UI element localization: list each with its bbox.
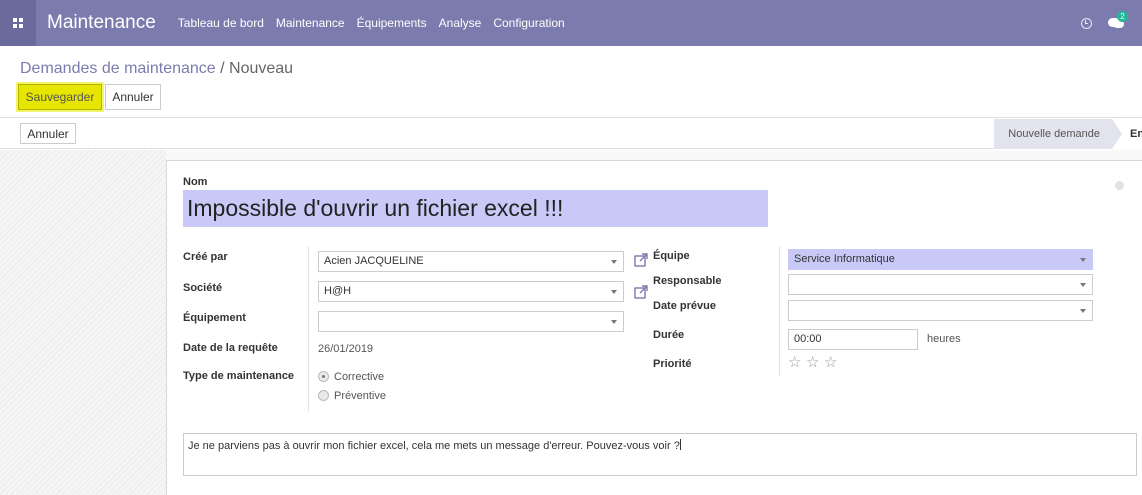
duration-unit: heures	[927, 333, 961, 345]
chat-icon[interactable]: 2	[1108, 11, 1128, 30]
breadcrumb: Demandes de maintenance / Nouveau	[20, 60, 293, 78]
created-by-select[interactable]: Acien JACQUELINE	[318, 251, 624, 272]
priority-label: Priorité	[653, 358, 692, 370]
breadcrumb-parent[interactable]: Demandes de maintenance	[20, 60, 216, 77]
menu-item-analysis[interactable]: Analyse	[439, 16, 482, 30]
discard-button[interactable]: Annuler	[105, 84, 161, 110]
chevron-down-icon	[1080, 309, 1086, 313]
created-by-value: Acien JACQUELINE	[324, 255, 424, 267]
form-sheet: Nom Impossible d'ouvrir un fichier excel…	[166, 160, 1142, 495]
created-by-label: Créé par	[183, 251, 228, 263]
scheduled-date-label: Date prévue	[653, 300, 716, 312]
menu-item-equipment[interactable]: Équipements	[357, 16, 427, 30]
team-value: Service Informatique	[794, 253, 895, 265]
request-date-value: 26/01/2019	[318, 343, 374, 355]
top-navbar: Maintenance Tableau de bord Maintenance …	[0, 0, 1142, 46]
apps-grid-icon	[13, 18, 23, 28]
star-icon-3[interactable]: ☆	[824, 353, 837, 371]
team-label: Équipe	[653, 250, 690, 262]
company-select[interactable]: H@H	[318, 281, 624, 302]
responsible-select[interactable]	[788, 274, 1093, 295]
apps-menu-button[interactable]	[0, 0, 36, 46]
stage-pipeline: Nouvelle demande En cours	[994, 119, 1142, 149]
description-text: Je ne parviens pas à ouvrir mon fichier …	[188, 440, 680, 452]
name-label: Nom	[183, 176, 208, 188]
request-date-label: Date de la requête	[183, 342, 278, 354]
form-view: Nom Impossible d'ouvrir un fichier excel…	[0, 150, 1142, 495]
cancel-request-button[interactable]: Annuler	[20, 123, 76, 144]
chevron-down-icon	[611, 290, 617, 294]
radio-preventive[interactable]	[318, 390, 329, 401]
activity-clock-icon[interactable]	[1081, 17, 1092, 29]
company-label: Société	[183, 282, 223, 294]
team-select[interactable]: Service Informatique	[788, 249, 1093, 270]
breadcrumb-separator: /	[215, 60, 230, 77]
chevron-down-icon	[611, 260, 617, 264]
main-menu: Tableau de bord Maintenance Équipements …	[178, 16, 577, 30]
external-link-icon[interactable]	[634, 253, 648, 267]
divider	[308, 246, 309, 411]
radio-preventive-label: Préventive	[334, 390, 386, 402]
duration-input[interactable]: 00:00	[788, 329, 918, 350]
breadcrumb-current: Nouveau	[229, 60, 294, 77]
description-textarea[interactable]: Je ne parviens pas à ouvrir mon fichier …	[183, 433, 1137, 476]
maintenance-type-label: Type de maintenance	[183, 370, 295, 382]
name-input[interactable]: Impossible d'ouvrir un fichier excel !!!	[183, 190, 768, 227]
responsible-label: Responsable	[653, 275, 722, 287]
star-icon-2[interactable]: ☆	[806, 353, 819, 371]
radio-corrective-label: Corrective	[334, 371, 385, 383]
external-link-icon[interactable]	[634, 285, 648, 299]
control-panel: Demandes de maintenance / Nouveau Sauveg…	[0, 46, 1142, 118]
chevron-down-icon	[1080, 283, 1086, 287]
equipment-label: Équipement	[183, 312, 246, 324]
company-value: H@H	[324, 285, 352, 297]
scheduled-date-select[interactable]	[788, 300, 1093, 321]
star-icon-1[interactable]: ☆	[788, 353, 801, 371]
radio-corrective[interactable]	[318, 371, 329, 382]
background-pattern	[0, 150, 166, 495]
chat-badge: 2	[1117, 11, 1128, 22]
chevron-down-icon	[1080, 258, 1086, 262]
menu-item-maintenance[interactable]: Maintenance	[276, 16, 345, 30]
status-bar: Annuler Nouvelle demande En cours	[0, 119, 1142, 149]
duration-label: Durée	[653, 329, 685, 341]
chevron-down-icon	[611, 320, 617, 324]
menu-item-dashboard[interactable]: Tableau de bord	[178, 16, 264, 30]
divider	[779, 246, 780, 376]
text-cursor	[679, 439, 681, 450]
kanban-state-dot[interactable]	[1115, 181, 1124, 190]
app-name[interactable]: Maintenance	[47, 12, 156, 34]
stage-new-request[interactable]: Nouvelle demande	[994, 119, 1122, 149]
equipment-select[interactable]	[318, 311, 624, 332]
menu-item-configuration[interactable]: Configuration	[493, 16, 564, 30]
save-button[interactable]: Sauvegarder	[18, 84, 102, 110]
